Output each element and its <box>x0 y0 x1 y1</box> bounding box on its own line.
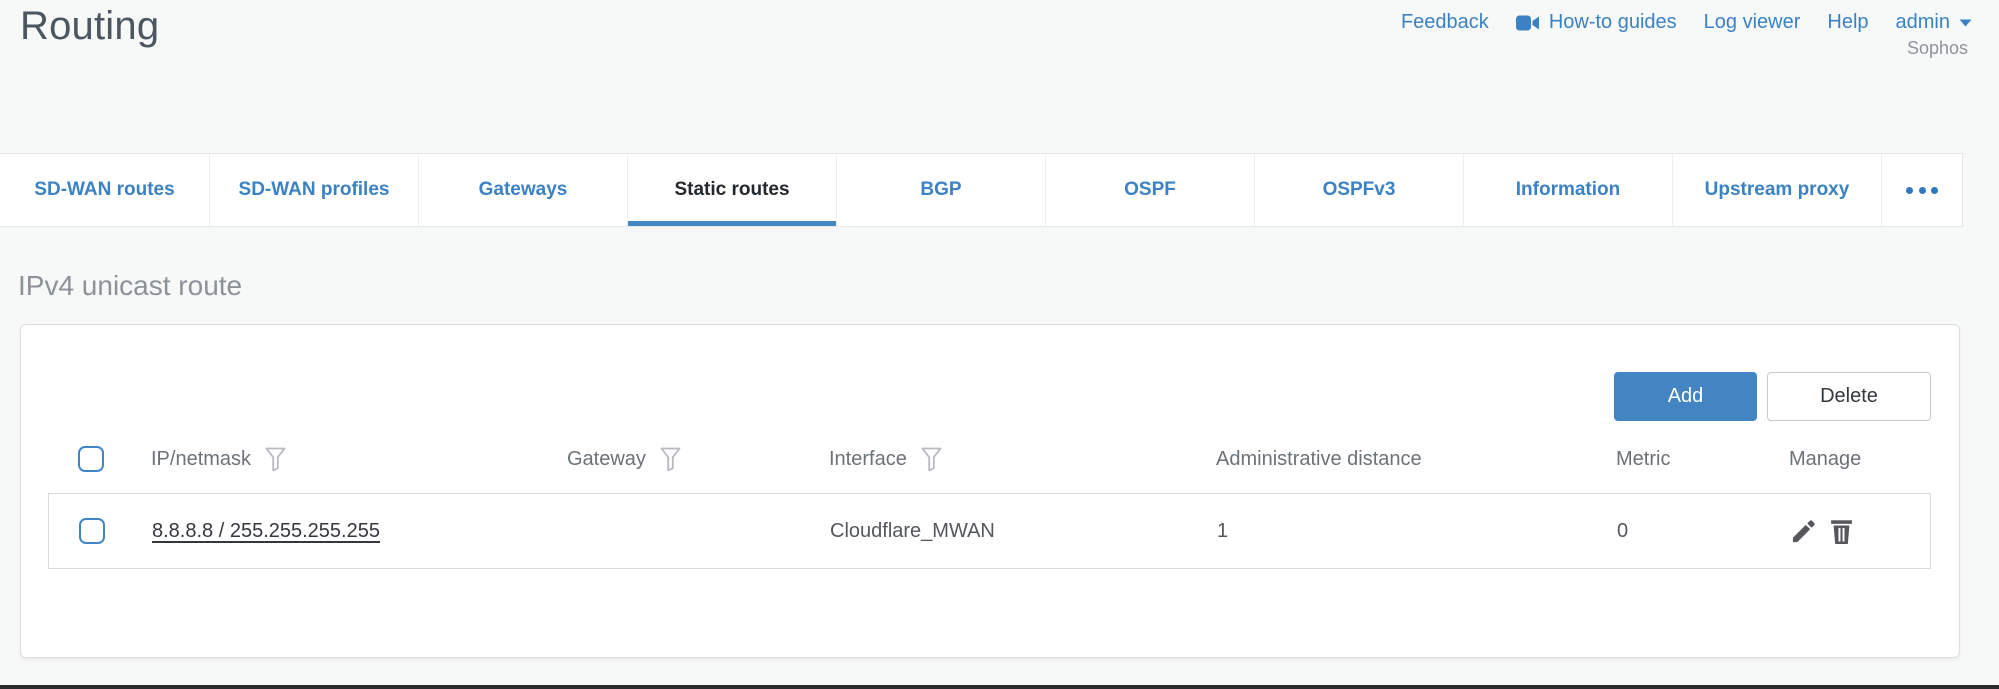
filter-icon[interactable] <box>265 447 286 472</box>
tab-information[interactable]: Information <box>1463 154 1672 226</box>
tab-sdwan-profiles[interactable]: SD-WAN profiles <box>209 154 418 226</box>
tab-label: OSPF <box>1124 179 1176 201</box>
row-checkbox[interactable] <box>79 518 105 544</box>
how-to-guides-label: How-to guides <box>1549 11 1677 34</box>
more-tabs-button[interactable] <box>1881 154 1962 226</box>
tab-label: OSPFv3 <box>1323 179 1396 201</box>
log-viewer-label: Log viewer <box>1704 11 1801 34</box>
edit-pencil-icon[interactable] <box>1790 518 1817 545</box>
top-navigation: Feedback How-to guides Log viewer Help a… <box>1401 11 1972 34</box>
tab-label: Gateways <box>479 179 568 201</box>
window-bottom-edge <box>0 685 1999 689</box>
column-header-manage: Manage <box>1789 448 1861 471</box>
table-actions: Add Delete <box>48 372 1931 421</box>
tab-upstream-proxy[interactable]: Upstream proxy <box>1672 154 1881 226</box>
tab-sdwan-routes[interactable]: SD-WAN routes <box>0 154 209 226</box>
add-button[interactable]: Add <box>1614 372 1757 421</box>
routing-page: Routing Feedback How-to guides Log viewe… <box>0 0 1999 689</box>
section-title: IPv4 unicast route <box>18 270 242 302</box>
delete-trash-icon[interactable] <box>1829 518 1854 545</box>
ellipsis-icon <box>1906 179 1938 201</box>
tab-label: SD-WAN profiles <box>239 179 390 201</box>
column-header-administrative-distance: Administrative distance <box>1216 448 1422 471</box>
column-header-gateway: Gateway <box>567 448 646 471</box>
tab-bgp[interactable]: BGP <box>836 154 1045 226</box>
route-ip-link[interactable]: 8.8.8.8 / 255.255.255.255 <box>152 520 380 542</box>
routing-tabbar: SD-WAN routes SD-WAN profiles Gateways S… <box>0 153 1963 227</box>
admin-label: admin <box>1896 11 1950 34</box>
tab-label: SD-WAN routes <box>34 179 174 201</box>
help-link[interactable]: Help <box>1827 11 1868 34</box>
brand-label: Sophos <box>1907 38 1968 59</box>
tab-label: Static routes <box>674 179 789 201</box>
filter-icon[interactable] <box>660 447 681 472</box>
page-title: Routing <box>20 4 159 49</box>
feedback-link[interactable]: Feedback <box>1401 11 1489 34</box>
column-header-interface: Interface <box>829 448 907 471</box>
caret-down-icon <box>1959 19 1972 27</box>
how-to-guides-link[interactable]: How-to guides <box>1516 11 1677 34</box>
tab-label: BGP <box>920 179 961 201</box>
tab-label: Information <box>1516 179 1621 201</box>
admin-menu[interactable]: admin <box>1896 11 1972 34</box>
tab-static-routes[interactable]: Static routes <box>627 154 836 226</box>
tab-label: Upstream proxy <box>1705 179 1850 201</box>
interface-cell: Cloudflare_MWAN <box>830 520 1217 543</box>
table-header: IP/netmask Gateway Interface Administrat… <box>48 436 1931 482</box>
column-header-metric: Metric <box>1616 448 1670 471</box>
help-label: Help <box>1827 11 1868 34</box>
column-header-ip-netmask: IP/netmask <box>151 448 251 471</box>
metric-cell: 0 <box>1617 520 1790 543</box>
tab-ospfv3[interactable]: OSPFv3 <box>1254 154 1463 226</box>
filter-icon[interactable] <box>921 447 942 472</box>
log-viewer-link[interactable]: Log viewer <box>1704 11 1801 34</box>
video-camera-icon <box>1516 14 1540 32</box>
feedback-label: Feedback <box>1401 11 1489 34</box>
select-all-checkbox[interactable] <box>78 446 104 472</box>
delete-button[interactable]: Delete <box>1767 372 1931 421</box>
administrative-distance-cell: 1 <box>1217 520 1617 543</box>
table-row: 8.8.8.8 / 255.255.255.255 Cloudflare_MWA… <box>48 493 1931 569</box>
tab-gateways[interactable]: Gateways <box>418 154 627 226</box>
tab-ospf[interactable]: OSPF <box>1045 154 1254 226</box>
ipv4-unicast-route-card: Add Delete IP/netmask Gateway Interface <box>20 324 1960 658</box>
